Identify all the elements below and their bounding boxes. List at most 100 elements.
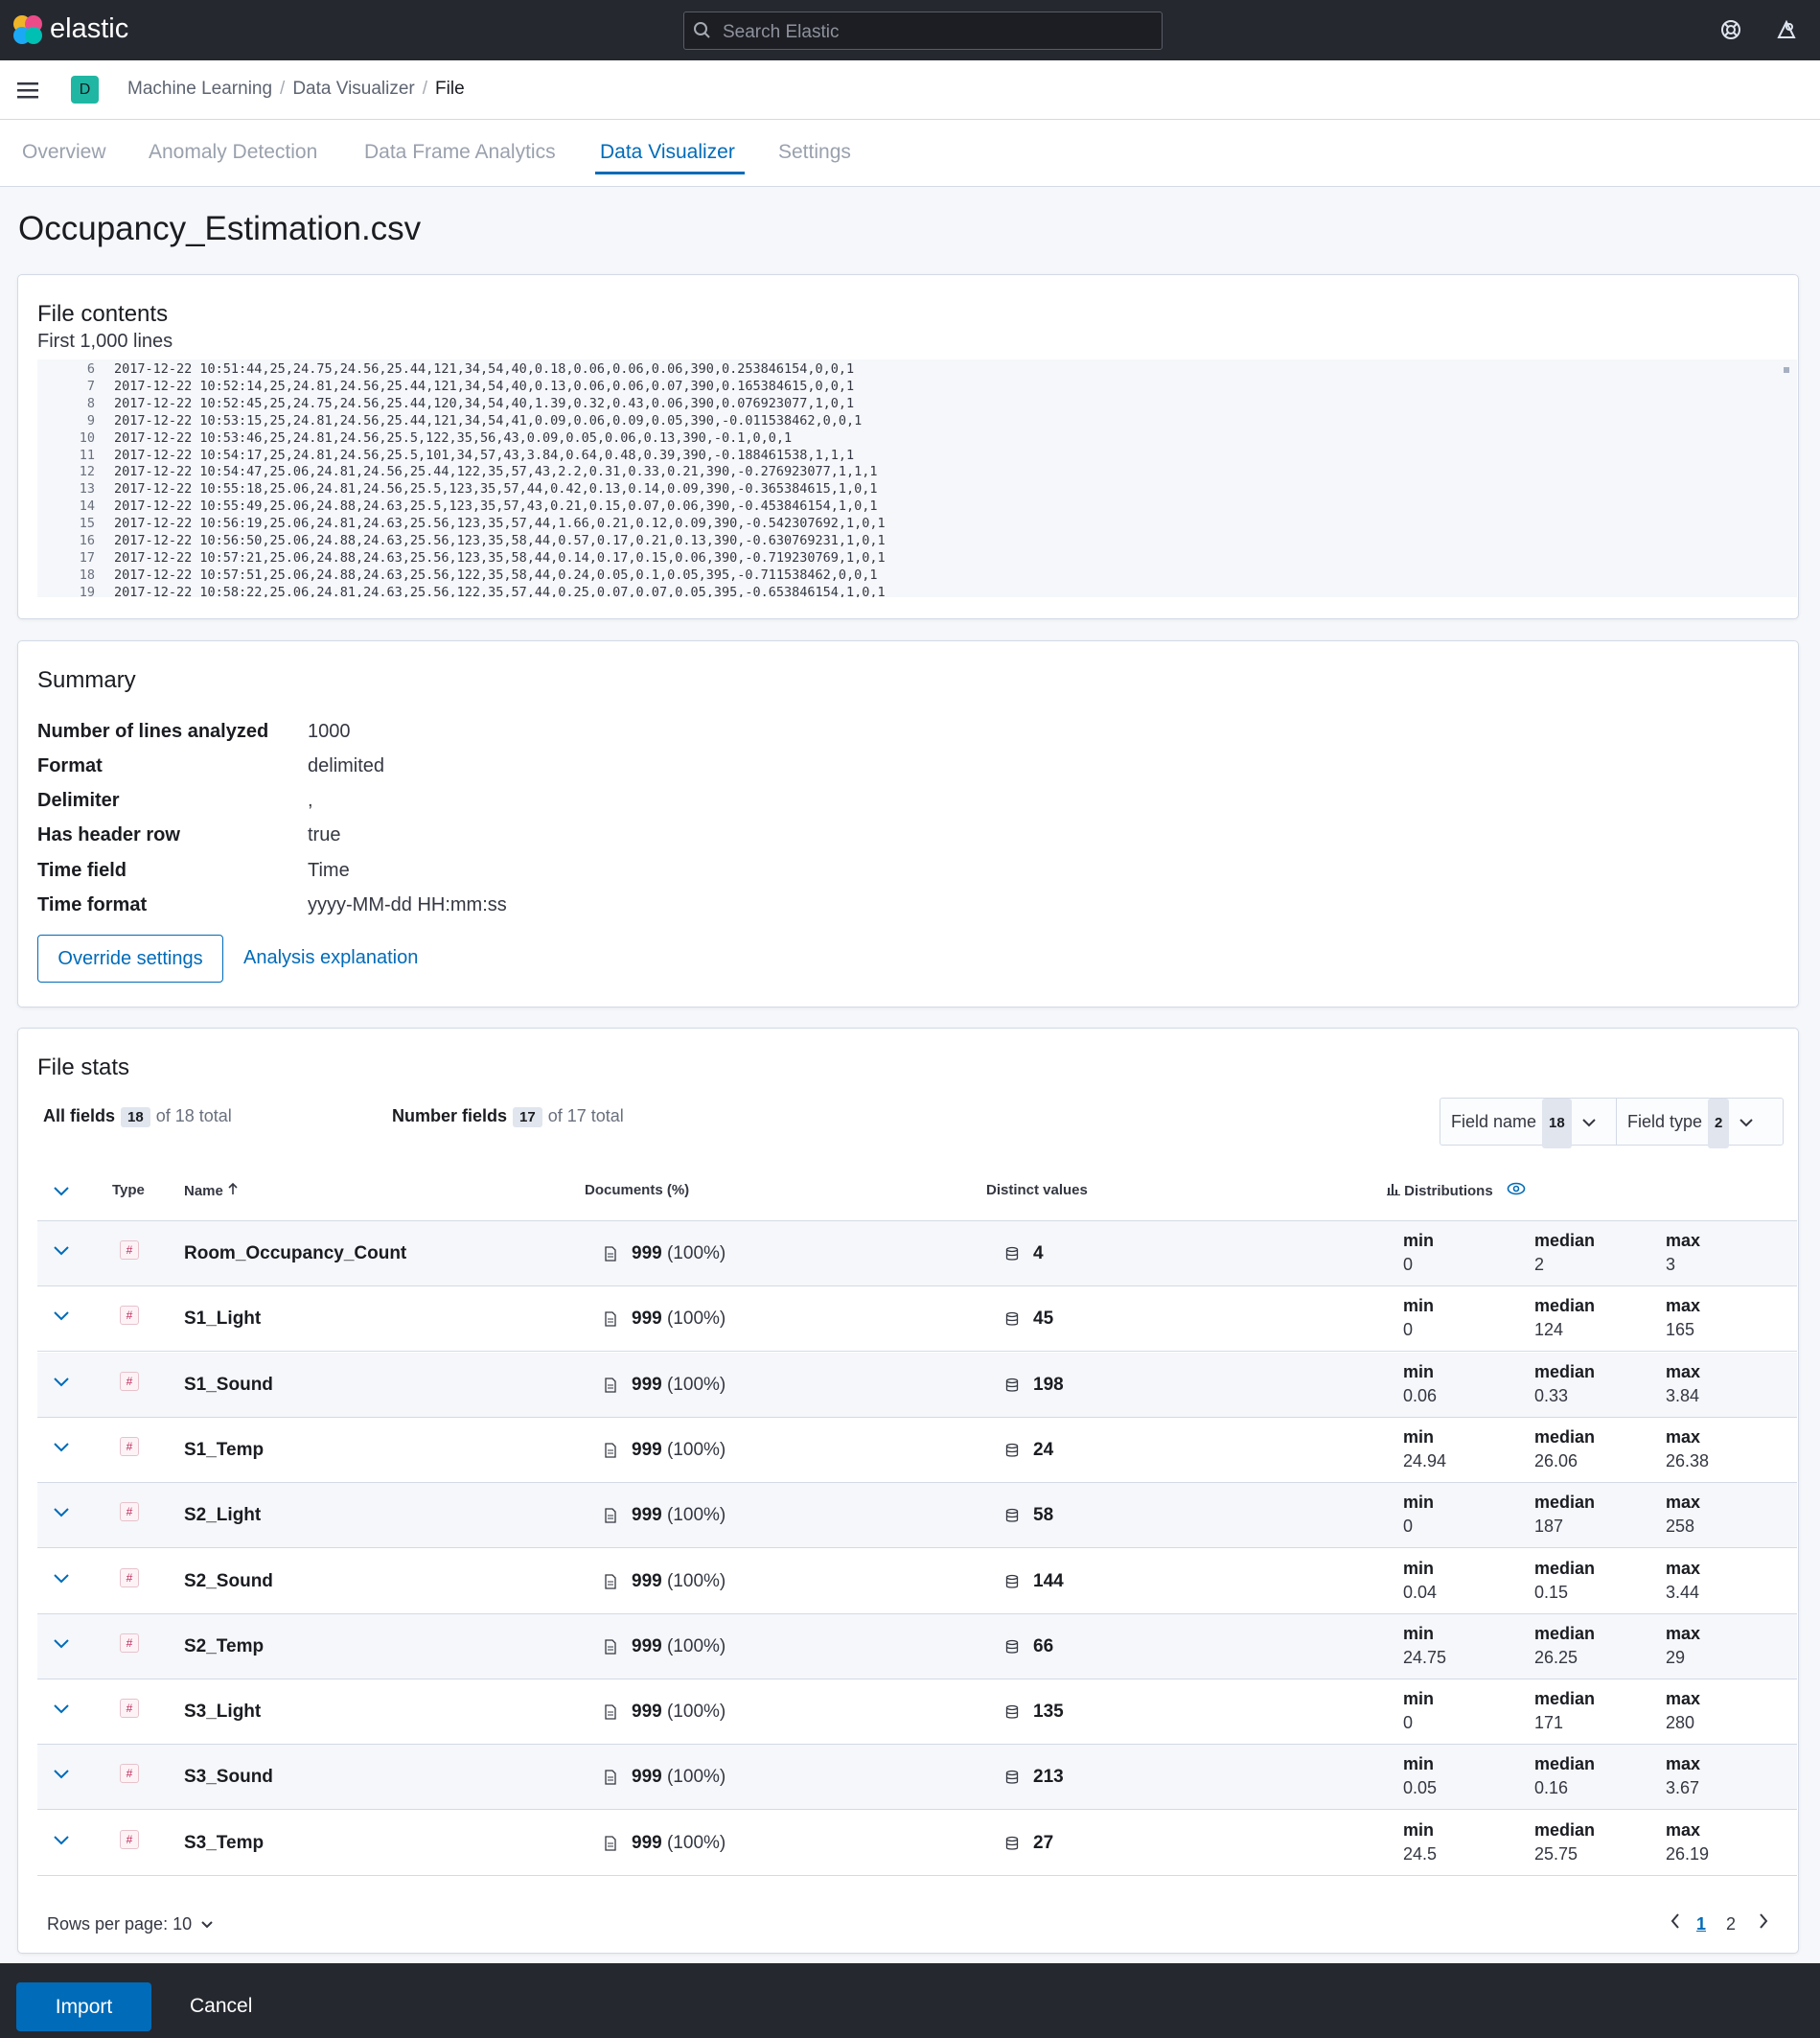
breadcrumb-machine-learning[interactable]: Machine Learning [127, 79, 272, 99]
file-contents-editor[interactable]: 6 2017-12-22 10:51:44,25,24.75,24.56,25.4… [37, 359, 1797, 597]
global-search-input[interactable]: Search Elastic [683, 12, 1163, 50]
file-contents-subtitle: First 1,000 lines [37, 331, 173, 352]
field-name: S1_Temp [184, 1439, 265, 1460]
tab-data-frame-analytics[interactable]: Data Frame Analytics [364, 141, 556, 164]
number-type-icon: # [120, 1306, 139, 1326]
all-fields-count[interactable]: All fields 18 of 18 total [43, 1106, 232, 1127]
stat-max: max 258 [1666, 1491, 1700, 1539]
help-icon[interactable] [1719, 18, 1742, 41]
stat-min-value: 0 [1403, 1320, 1414, 1340]
summary-key: Delimiter [37, 790, 120, 811]
cancel-button[interactable]: Cancel [190, 1995, 252, 2018]
import-button[interactable]: Import [16, 1982, 151, 2031]
field-name: S1_Sound [184, 1374, 273, 1395]
stat-median-value: 2 [1534, 1255, 1545, 1274]
stat-min-label: min [1403, 1623, 1435, 1643]
table-row[interactable]: # S1_Sound 999 (100%) 198 min 0.06 median 0.33 m… [37, 1352, 1797, 1418]
breadcrumb-data-visualizer[interactable]: Data Visualizer [292, 79, 414, 99]
override-settings-button[interactable]: Override settings [37, 935, 223, 983]
documents-value: 999 [632, 1570, 662, 1591]
expand-row-icon[interactable] [53, 1441, 70, 1452]
eye-icon[interactable] [1507, 1182, 1526, 1195]
elastic-logo-icon[interactable] [12, 13, 46, 48]
expand-row-icon[interactable] [53, 1244, 70, 1256]
stat-median-value: 26.06 [1534, 1450, 1578, 1471]
field-name: S3_Light [184, 1702, 262, 1723]
tab-data-visualizer[interactable]: Data Visualizer [600, 141, 735, 164]
summary-key: Has header row [37, 824, 180, 845]
table-row[interactable]: # Room_Occupancy_Count 999 (100%) 4 min 0 medi… [37, 1221, 1797, 1286]
database-icon [1005, 1443, 1019, 1457]
number-type-icon: # [120, 1829, 139, 1849]
stat-median: median 0.33 [1534, 1360, 1595, 1408]
sort-ascending-icon [228, 1182, 238, 1194]
expand-row-icon[interactable] [53, 1702, 70, 1714]
table-row[interactable]: # S3_Light 999 (100%) 135 min 0 median 171 max 28… [37, 1679, 1797, 1746]
stat-median-label: median [1534, 1819, 1596, 1840]
field-name-filter[interactable]: Field name 18 [1451, 1099, 1597, 1148]
expand-row-icon[interactable] [53, 1572, 70, 1584]
column-header-distributions-label: Distributions [1404, 1183, 1493, 1199]
number-type-icon: # [120, 1371, 139, 1391]
analysis-explanation-link[interactable]: Analysis explanation [243, 947, 418, 969]
page-1-button[interactable]: 1 [1696, 1914, 1706, 1934]
global-header: elastic Search Elastic [0, 0, 1820, 60]
line-number: 18 [79, 567, 95, 583]
stat-median-label: median [1534, 1296, 1596, 1316]
database-icon [1005, 1771, 1019, 1785]
stat-min-value: 24.5 [1403, 1843, 1438, 1864]
file-contents-panel: File contents First 1,000 lines 6 2017-12… [17, 274, 1799, 619]
expand-row-icon[interactable] [53, 1506, 70, 1517]
field-name: Room_Occupancy_Count [184, 1243, 407, 1263]
menu-icon[interactable] [17, 81, 38, 100]
scrollbar-thumb[interactable] [1784, 367, 1789, 373]
page-2-button[interactable]: 2 [1726, 1914, 1736, 1934]
next-page-icon[interactable] [1758, 1912, 1769, 1930]
stat-max-value: 165 [1666, 1320, 1695, 1340]
database-icon [1005, 1704, 1019, 1719]
stat-max-label: max [1666, 1689, 1701, 1709]
expand-row-icon[interactable] [53, 1637, 70, 1649]
stat-median: median 124 [1534, 1294, 1595, 1342]
brand-name[interactable]: elastic [50, 13, 128, 45]
expand-row-icon[interactable] [53, 1376, 70, 1387]
table-row[interactable]: # S3_Sound 999 (100%) 213 min 0.05 median 0.16 m… [37, 1745, 1797, 1811]
stat-min: min 0 [1403, 1687, 1434, 1735]
table-row[interactable]: # S1_Temp 999 (100%) 24 min 24.94 median 26.06 m… [37, 1418, 1797, 1483]
tab-anomaly-detection[interactable]: Anomaly Detection [149, 141, 317, 164]
documents-count: 999 (100%) [632, 1571, 726, 1592]
stat-median: median 2 [1534, 1229, 1595, 1277]
column-header-name[interactable]: Name [184, 1182, 239, 1199]
expand-all-icon[interactable] [53, 1185, 70, 1196]
documents-percent: (100%) [666, 1308, 726, 1330]
expand-row-icon[interactable] [53, 1768, 70, 1779]
line-number: 8 [86, 395, 95, 411]
rows-per-page-selector[interactable]: Rows per page: 10 [47, 1914, 214, 1934]
line-number: 16 [79, 533, 95, 548]
user-menu-icon[interactable] [1775, 18, 1798, 41]
stat-max: max 26.19 [1666, 1818, 1709, 1866]
search-placeholder: Search Elastic [723, 22, 840, 42]
line-number: 7 [86, 378, 95, 394]
distinct-values: 27 [1033, 1832, 1054, 1853]
table-row[interactable]: # S2_Temp 999 (100%) 66 min 24.75 median 26.25 m… [37, 1613, 1797, 1679]
number-type-icon: # [120, 1764, 139, 1784]
table-row[interactable]: # S2_Sound 999 (100%) 144 min 0.04 median 0.15 m… [37, 1549, 1797, 1614]
tab-overview[interactable]: Overview [22, 141, 106, 164]
expand-row-icon[interactable] [53, 1834, 70, 1845]
number-fields-total: of 17 total [547, 1106, 624, 1125]
tab-settings[interactable]: Settings [778, 141, 851, 164]
table-row[interactable]: # S3_Temp 999 (100%) 27 min 24.5 median 25.75 ma… [37, 1811, 1797, 1876]
table-row[interactable]: # S2_Light 999 (100%) 58 min 0 median 187 max 258 [37, 1483, 1797, 1549]
documents-value: 999 [632, 1702, 662, 1723]
expand-row-icon[interactable] [53, 1309, 70, 1321]
stat-min-value: 24.75 [1403, 1647, 1447, 1667]
stat-max: max 3.44 [1666, 1557, 1700, 1605]
table-row[interactable]: # S1_Light 999 (100%) 45 min 0 median 124 max 165 [37, 1286, 1797, 1353]
number-fields-label: Number fields [392, 1106, 508, 1125]
number-fields-count[interactable]: Number fields 17 of 17 total [392, 1106, 624, 1127]
field-type-filter[interactable]: Field type 2 [1627, 1099, 1754, 1148]
documents-percent: (100%) [666, 1374, 726, 1395]
previous-page-icon[interactable] [1670, 1912, 1681, 1930]
space-avatar[interactable]: D [71, 76, 99, 104]
